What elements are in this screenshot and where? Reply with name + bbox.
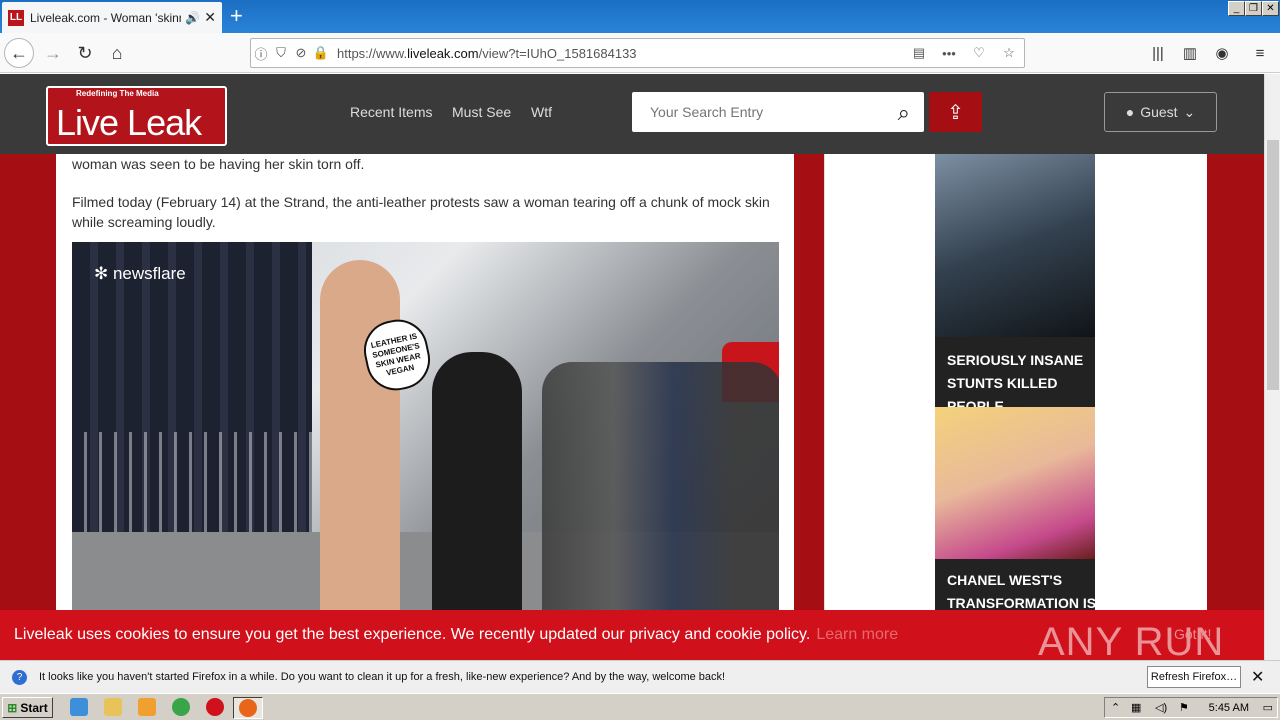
search-box: ⌕: [632, 92, 924, 132]
url-path: /view?t=IUhO_1581684133: [478, 45, 637, 61]
article-content: woman was seen to be having her skin tor…: [56, 154, 794, 660]
promo-image: [935, 407, 1095, 559]
got-it-button[interactable]: Got it!: [1174, 626, 1211, 642]
network-icon[interactable]: ▦: [1131, 701, 1141, 714]
chevron-down-icon: ⌄: [1183, 103, 1196, 120]
ie-icon[interactable]: [70, 698, 88, 716]
maximize-button[interactable]: ❐: [1245, 1, 1262, 16]
liveleak-favicon-icon: LL: [8, 9, 24, 26]
site-header: Redefining The Media Live Leak Recent It…: [0, 74, 1264, 154]
start-button[interactable]: ⊞ Start: [2, 697, 53, 718]
page-scrollbar[interactable]: [1264, 74, 1280, 660]
notification-bar: ? It looks like you haven't started Fire…: [0, 660, 1280, 693]
url-bar[interactable]: ⓘ ⛉ ⊘ 🔒 https://www.liveleak.com/view?t=…: [250, 38, 1025, 68]
upload-button[interactable]: ⇪: [929, 92, 982, 132]
refresh-firefox-button[interactable]: Refresh Firefox…: [1147, 666, 1241, 688]
guest-label: Guest: [1140, 104, 1178, 120]
minimize-button[interactable]: _: [1228, 1, 1245, 16]
firefox-taskbar-button[interactable]: [233, 697, 263, 719]
promo-caption: SERIOUSLY INSANE STUNTS KILLED PEOPLE: [947, 352, 1084, 407]
home-button[interactable]: ⌂: [102, 38, 132, 68]
scrollbar-thumb[interactable]: [1267, 140, 1279, 390]
new-tab-button[interactable]: +: [230, 5, 243, 27]
close-tab-icon[interactable]: ✕: [204, 9, 216, 26]
forward-button[interactable]: →: [38, 38, 68, 68]
sidebar-icon[interactable]: ▥: [1175, 38, 1205, 68]
menu-icon[interactable]: ≡: [1245, 38, 1275, 68]
info-icon[interactable]: ⓘ: [251, 44, 271, 63]
clock[interactable]: 5:45 AM: [1209, 702, 1249, 714]
back-button[interactable]: ←: [4, 38, 34, 68]
system-tray: ⌃ ▦ ◁) ⚑ 5:45 AM ▭: [1104, 697, 1278, 718]
url-text[interactable]: https://www.liveleak.com/view?t=IUhO_158…: [337, 46, 904, 61]
search-input[interactable]: [632, 92, 872, 132]
liveleak-logo[interactable]: Redefining The Media Live Leak: [46, 86, 227, 146]
speaker-icon[interactable]: 🔊: [185, 11, 200, 25]
newsflare-text: newsflare: [112, 264, 186, 283]
sidebar: SERIOUSLY INSANE STUNTS KILLED PEOPLE CH…: [824, 154, 1207, 660]
opera-icon[interactable]: [206, 698, 224, 716]
article-paragraph: Filmed today (February 14) at the Strand…: [72, 194, 770, 230]
url-prefix: https://www.: [337, 45, 408, 61]
lock-icon[interactable]: 🔒: [311, 45, 331, 61]
show-desktop-icon[interactable]: ▭: [1263, 701, 1273, 714]
newsflare-logo-icon: ✻: [94, 264, 113, 283]
user-icon: ●: [1125, 104, 1135, 120]
tab-strip: LL Liveleak.com - Woman 'skinned 🔊 ✕ + _…: [0, 0, 1280, 33]
learn-more-link[interactable]: Learn more: [816, 626, 898, 643]
pocket-icon[interactable]: ♡: [964, 45, 994, 61]
flag-icon[interactable]: ⚑: [1179, 701, 1189, 714]
tray-expand-icon[interactable]: ⌃: [1111, 701, 1120, 714]
promo-caption: CHANEL WEST'S TRANSFORMATION IS: [947, 572, 1095, 611]
navigation-toolbar: ← → ↻ ⌂ ⓘ ⛉ ⊘ 🔒 https://www.liveleak.com…: [0, 33, 1280, 73]
folder-icon[interactable]: [104, 698, 122, 716]
article-paragraph: woman was seen to be having her skin tor…: [72, 156, 365, 172]
close-notification-icon[interactable]: ✕: [1251, 667, 1264, 687]
newsflare-watermark: ✻ newsflare: [94, 264, 186, 284]
start-label: Start: [20, 700, 48, 715]
windows-logo-icon: ⊞: [7, 700, 18, 715]
logo-name: Live Leak: [56, 102, 202, 143]
logo-tagline: Redefining The Media: [76, 89, 159, 98]
promo-image: [935, 154, 1095, 337]
upload-icon: ⇪: [947, 101, 964, 124]
nav-wtf[interactable]: Wtf: [531, 104, 552, 120]
cookie-banner: Liveleak uses cookies to ensure you get …: [0, 610, 1264, 660]
guest-menu-button[interactable]: ● Guest ⌄: [1104, 92, 1217, 132]
info-icon: ?: [12, 670, 27, 685]
tracking-shield-icon[interactable]: ⛉: [271, 45, 291, 61]
search-icon[interactable]: ⌕: [898, 100, 910, 126]
close-window-button[interactable]: ✕: [1262, 1, 1279, 16]
web-page: Redefining The Media Live Leak Recent It…: [0, 74, 1264, 660]
reload-button[interactable]: ↻: [70, 38, 100, 68]
bookmark-star-icon[interactable]: ☆: [994, 45, 1024, 61]
windows-taskbar: ⊞ Start ⌃ ▦ ◁) ⚑ 5:45 AM ▭: [0, 693, 1280, 720]
video-player[interactable]: LEATHER IS SOMEONE'S SKIN WEAR VEGAN ✻ n…: [72, 242, 779, 660]
notification-text: It looks like you haven't started Firefo…: [39, 671, 726, 683]
cookie-message: Liveleak uses cookies to ensure you get …: [14, 626, 811, 643]
firefox-icon: [239, 699, 257, 717]
nav-recent-items[interactable]: Recent Items: [350, 104, 432, 120]
nav-must-see[interactable]: Must See: [452, 104, 511, 120]
chrome-icon[interactable]: [172, 698, 190, 716]
page-actions-icon[interactable]: •••: [934, 46, 964, 61]
reader-view-icon[interactable]: ▤: [904, 45, 934, 61]
promo-card[interactable]: SERIOUSLY INSANE STUNTS KILLED PEOPLE: [935, 154, 1095, 407]
cookie-text: Liveleak uses cookies to ensure you get …: [14, 626, 898, 644]
account-icon[interactable]: ◉: [1207, 38, 1237, 68]
url-domain: liveleak.com: [407, 45, 479, 61]
volume-icon[interactable]: ◁): [1155, 701, 1167, 714]
browser-tab[interactable]: LL Liveleak.com - Woman 'skinned 🔊 ✕: [2, 2, 222, 33]
tab-title: Liveleak.com - Woman 'skinned: [30, 10, 181, 25]
media-player-icon[interactable]: [138, 698, 156, 716]
permissions-icon[interactable]: ⊘: [291, 45, 311, 61]
library-icon[interactable]: |||: [1143, 38, 1173, 68]
